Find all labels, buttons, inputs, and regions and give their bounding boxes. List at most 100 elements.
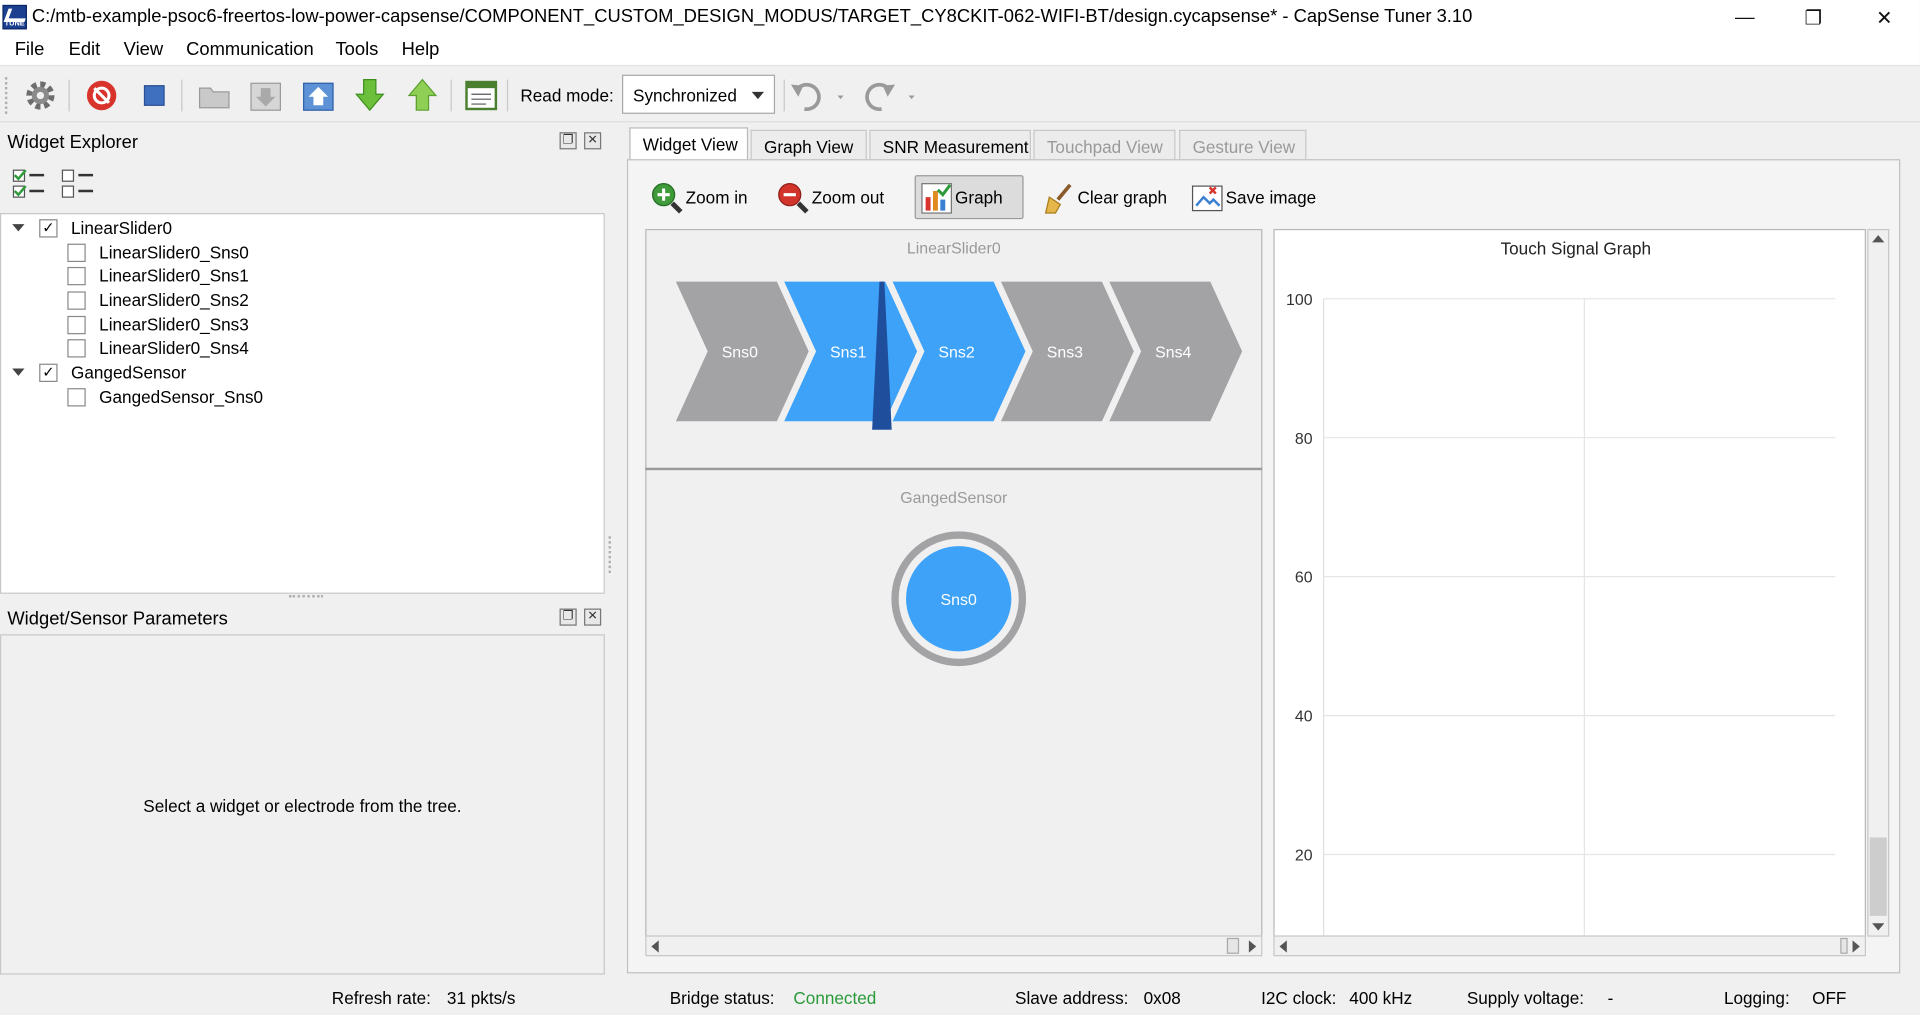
open-folder-icon[interactable]	[196, 77, 233, 114]
params-panel: Select a widget or electrode from the tr…	[0, 634, 605, 975]
tree-item-gangedsensor[interactable]: ✓ GangedSensor	[1, 360, 186, 384]
close-panel-icon[interactable]: ✕	[584, 608, 602, 626]
tab-snr-measurement[interactable]: SNR Measurement	[869, 129, 1031, 161]
redo-icon[interactable]	[860, 77, 924, 114]
app-icon-text: TUNE	[4, 20, 25, 29]
import-down-arrow-icon[interactable]	[351, 77, 388, 114]
log-window-icon[interactable]	[463, 77, 500, 114]
app-icon: TUNE	[2, 4, 27, 30]
graph-vertical-scrollbar[interactable]	[1867, 228, 1890, 937]
read-from-device-icon[interactable]	[247, 77, 284, 114]
tab-widget-view[interactable]: Widget View	[629, 127, 749, 161]
tab-graph-view[interactable]: Graph View	[750, 129, 867, 161]
float-panel-icon[interactable]: ❐	[559, 132, 577, 150]
tree-item-linearslider0-sns1[interactable]: LinearSlider0_Sns1	[1, 263, 249, 287]
undo-icon[interactable]	[790, 77, 846, 114]
close-button[interactable]: ✕	[1849, 0, 1920, 37]
scroll-up-icon[interactable]	[1872, 235, 1885, 243]
tree-checkbox[interactable]	[67, 266, 86, 285]
read-mode-select[interactable]: Synchronized	[621, 74, 776, 114]
bar-chart-icon	[921, 182, 952, 214]
read-mode-value: Synchronized	[633, 85, 737, 106]
widget-horizontal-scrollbar[interactable]	[645, 935, 1263, 957]
clear-graph-button[interactable]: Clear graph	[1043, 175, 1167, 219]
graph-label: Graph	[955, 187, 1003, 207]
zoom-in-label: Zoom in	[685, 187, 748, 207]
tree-checkbox[interactable]	[67, 315, 86, 334]
y-tick-label: 40	[1295, 709, 1313, 726]
slider-segment-label: Sns1	[830, 345, 866, 362]
stop-icon[interactable]	[136, 77, 173, 114]
zoom-out-button[interactable]: Zoom out	[777, 175, 884, 219]
tree-item-linearslider0-sns4[interactable]: LinearSlider0_Sns4	[1, 335, 249, 359]
scroll-thumb[interactable]	[1840, 937, 1848, 954]
tab-touchpad-view: Touchpad View	[1033, 129, 1176, 161]
scroll-left-icon[interactable]	[1279, 940, 1287, 953]
menu-edit[interactable]: Edit	[69, 39, 101, 60]
float-panel-icon[interactable]: ❐	[559, 608, 577, 626]
widget-tree[interactable]: ✓ LinearSlider0 LinearSlider0_Sns0 Linea…	[0, 213, 605, 594]
tree-checkbox[interactable]: ✓	[39, 363, 58, 382]
settings-gear-icon[interactable]	[22, 77, 59, 114]
refresh-rate-label: Refresh rate:	[331, 988, 431, 1008]
menu-tools[interactable]: Tools	[335, 39, 378, 60]
slider-segment-label: Sns3	[1047, 345, 1083, 362]
tree-item-label: LinearSlider0_Sns1	[99, 265, 249, 286]
linear-slider-widget[interactable]: Sns0 Sns1 Sns2 Sns3 Sns4	[675, 279, 1244, 431]
splitter-handle[interactable]	[288, 595, 324, 599]
tree-item-label: GangedSensor	[71, 362, 187, 383]
status-bar	[0, 979, 1920, 1015]
save-image-button[interactable]: Save image	[1191, 175, 1316, 219]
menu-view[interactable]: View	[124, 39, 163, 60]
save-image-icon	[1191, 182, 1223, 212]
scroll-thumb[interactable]	[1226, 937, 1240, 954]
tree-checkbox[interactable]	[67, 290, 86, 310]
check-all-icon[interactable]	[12, 169, 46, 201]
tree-checkbox[interactable]	[67, 243, 86, 262]
tree-checkbox[interactable]	[67, 387, 86, 406]
scroll-right-icon[interactable]	[1248, 940, 1257, 953]
zoom-in-button[interactable]: Zoom in	[651, 175, 748, 219]
expand-arrow-icon[interactable]	[12, 368, 25, 376]
toolbar-separator	[68, 79, 70, 112]
zoom-out-label: Zoom out	[811, 187, 885, 207]
title-bar: TUNE C:/mtb-example-psoc6-freertos-low-p…	[0, 0, 1920, 37]
tree-item-linearslider0[interactable]: ✓ LinearSlider0	[1, 215, 172, 239]
tree-item-linearslider0-sns0[interactable]: LinearSlider0_Sns0	[1, 240, 249, 264]
tree-item-linearslider0-sns2[interactable]: LinearSlider0_Sns2	[1, 288, 249, 312]
restore-button[interactable]: ❐	[1778, 0, 1849, 37]
slider-segment-label: Sns2	[938, 345, 974, 362]
scroll-thumb[interactable]	[1869, 837, 1887, 916]
ganged-sensor-widget[interactable]: Sns0	[890, 530, 1027, 667]
window-title: C:/mtb-example-psoc6-freertos-low-power-…	[31, 6, 1473, 27]
logging-value: OFF	[1812, 988, 1847, 1008]
clear-graph-label: Clear graph	[1077, 187, 1168, 207]
bridge-status-label: Bridge status:	[669, 988, 775, 1008]
params-empty-message: Select a widget or electrode from the tr…	[143, 795, 462, 816]
splitter-handle[interactable]	[608, 536, 613, 574]
tree-item-linearslider0-sns3[interactable]: LinearSlider0_Sns3	[1, 312, 249, 336]
broom-icon	[1043, 182, 1072, 214]
export-up-arrow-icon[interactable]	[404, 77, 441, 114]
menu-communication[interactable]: Communication	[186, 39, 314, 60]
graph-horizontal-scrollbar[interactable]	[1273, 935, 1866, 957]
menu-help[interactable]: Help	[402, 39, 440, 60]
disconnect-icon[interactable]	[83, 77, 120, 114]
scroll-down-icon[interactable]	[1872, 923, 1885, 931]
scroll-left-icon[interactable]	[651, 940, 659, 953]
write-to-device-icon[interactable]	[300, 77, 337, 114]
tree-checkbox[interactable]: ✓	[39, 218, 58, 237]
close-panel-icon[interactable]: ✕	[584, 132, 602, 150]
touch-signal-graph: Touch Signal Graph 100 80 60 40 20	[1273, 228, 1866, 938]
minimize-button[interactable]: —	[1709, 0, 1780, 37]
tree-checkbox[interactable]	[67, 338, 86, 357]
expand-arrow-icon[interactable]	[12, 224, 25, 232]
supply-voltage-label: Supply voltage:	[1466, 988, 1585, 1008]
menu-bar: File Edit View Communication Tools Help	[0, 36, 1920, 67]
uncheck-all-icon[interactable]	[61, 169, 95, 201]
menu-file[interactable]: File	[15, 39, 45, 60]
canvas-divider	[645, 467, 1263, 471]
scroll-right-icon[interactable]	[1852, 940, 1860, 953]
graph-toggle-button[interactable]: Graph	[914, 175, 1024, 220]
tree-item-gangedsensor-sns0[interactable]: GangedSensor_Sns0	[1, 384, 263, 408]
